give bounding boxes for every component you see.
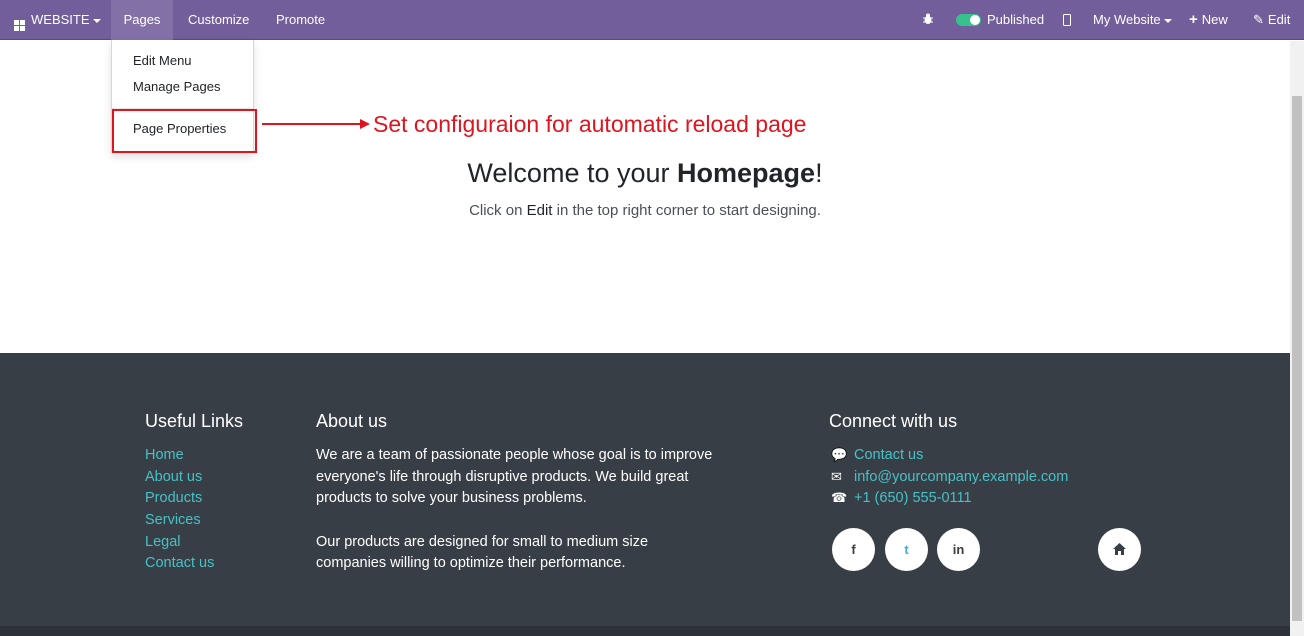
published-toggle[interactable]: Published xyxy=(956,0,1044,40)
contact-us-row[interactable]: 💬 Contact us xyxy=(831,447,923,463)
published-label: Published xyxy=(987,12,1045,27)
new-label: New xyxy=(1201,12,1228,27)
envelope-icon: ✉ xyxy=(831,469,842,484)
caret-down-icon xyxy=(1163,18,1172,23)
home-button[interactable] xyxy=(1098,528,1141,571)
page-scrollbar[interactable] xyxy=(1290,41,1304,636)
welcome-heading: Welcome to your Homepage! xyxy=(0,158,1290,189)
website-apps-menu[interactable]: WEBSITE xyxy=(14,0,101,40)
annotation-highlight-box xyxy=(112,109,257,153)
website-topbar: WEBSITE Pages Customize Promote Publishe… xyxy=(0,0,1304,40)
footer-link-home[interactable]: Home xyxy=(145,447,184,463)
welcome-prefix: Welcome to your xyxy=(467,158,678,188)
phone-link[interactable]: +1 (650) 555-0111 xyxy=(854,490,972,506)
about-text-line: products to solve your business problems… xyxy=(316,490,587,506)
comment-icon: 💬 xyxy=(831,447,848,462)
linkedin-button[interactable]: in xyxy=(937,528,980,571)
nav-customize[interactable]: Customize xyxy=(188,0,249,40)
mobile-phone-icon xyxy=(1063,14,1071,26)
twitter-icon: t xyxy=(904,542,909,557)
about-text-line: We are a team of passionate people whose… xyxy=(316,447,713,463)
apps-grid-icon xyxy=(14,20,25,31)
nav-promote[interactable]: Promote xyxy=(276,0,325,40)
about-text-line: everyone's life through disruptive produ… xyxy=(316,469,689,485)
email-row[interactable]: ✉ info@yourcompany.example.com xyxy=(831,469,1068,485)
bug-icon xyxy=(923,13,933,24)
toggle-switch-icon xyxy=(956,14,981,26)
email-link[interactable]: info@yourcompany.example.com xyxy=(854,469,1068,485)
scrollbar-thumb[interactable] xyxy=(1292,96,1302,621)
footer-copyright-strip xyxy=(0,626,1290,636)
contact-us-link[interactable]: Contact us xyxy=(854,447,923,463)
twitter-button[interactable]: t xyxy=(885,528,928,571)
my-website-label: My Website xyxy=(1093,12,1161,27)
caret-down-icon xyxy=(92,18,101,23)
phone-icon: ☎ xyxy=(831,490,848,505)
sub-suffix: in the top right corner to start designi… xyxy=(552,202,821,219)
nav-pages[interactable]: Pages xyxy=(111,0,173,40)
footer-link-about[interactable]: About us xyxy=(145,469,202,485)
welcome-suffix: ! xyxy=(815,158,823,188)
about-text-line: Our products are designed for small to m… xyxy=(316,534,649,550)
sub-bold: Edit xyxy=(526,202,553,219)
footer-link-contact[interactable]: Contact us xyxy=(145,555,214,571)
annotation-arrow-line xyxy=(262,123,362,125)
arrow-right-icon xyxy=(360,119,370,129)
menu-item-edit-menu[interactable]: Edit Menu xyxy=(133,53,192,68)
about-text-line: companies willing to optimize their perf… xyxy=(316,555,626,571)
home-icon xyxy=(1113,543,1126,555)
phone-row[interactable]: ☎ +1 (650) 555-0111 xyxy=(831,490,972,506)
edit-button[interactable]: ✎ Edit xyxy=(1253,0,1290,40)
facebook-button[interactable]: f xyxy=(832,528,875,571)
pencil-icon: ✎ xyxy=(1253,12,1264,27)
welcome-subtext: Click on Edit in the top right corner to… xyxy=(0,202,1290,219)
useful-links-title: Useful Links xyxy=(145,411,244,431)
menu-item-manage-pages[interactable]: Manage Pages xyxy=(133,79,220,94)
plus-icon: + xyxy=(1189,11,1198,28)
my-website-menu[interactable]: My Website xyxy=(1093,0,1172,40)
edit-label: Edit xyxy=(1267,12,1291,27)
mobile-preview-button[interactable] xyxy=(1063,0,1071,40)
annotation-text: Set configuraion for automatic reload pa… xyxy=(373,111,807,137)
footer-link-legal[interactable]: Legal xyxy=(145,534,180,550)
about-us-title: About us xyxy=(316,411,388,431)
footer-link-services[interactable]: Services xyxy=(145,512,201,528)
new-button[interactable]: + New xyxy=(1189,0,1228,40)
connect-title: Connect with us xyxy=(829,411,958,431)
footer-link-products[interactable]: Products xyxy=(145,490,202,506)
sub-prefix: Click on xyxy=(469,202,527,219)
linkedin-icon: in xyxy=(952,542,965,557)
facebook-icon: f xyxy=(851,542,856,557)
website-apps-label: WEBSITE xyxy=(31,12,90,27)
debug-bug-button[interactable] xyxy=(922,0,934,40)
welcome-bold: Homepage xyxy=(677,158,816,188)
